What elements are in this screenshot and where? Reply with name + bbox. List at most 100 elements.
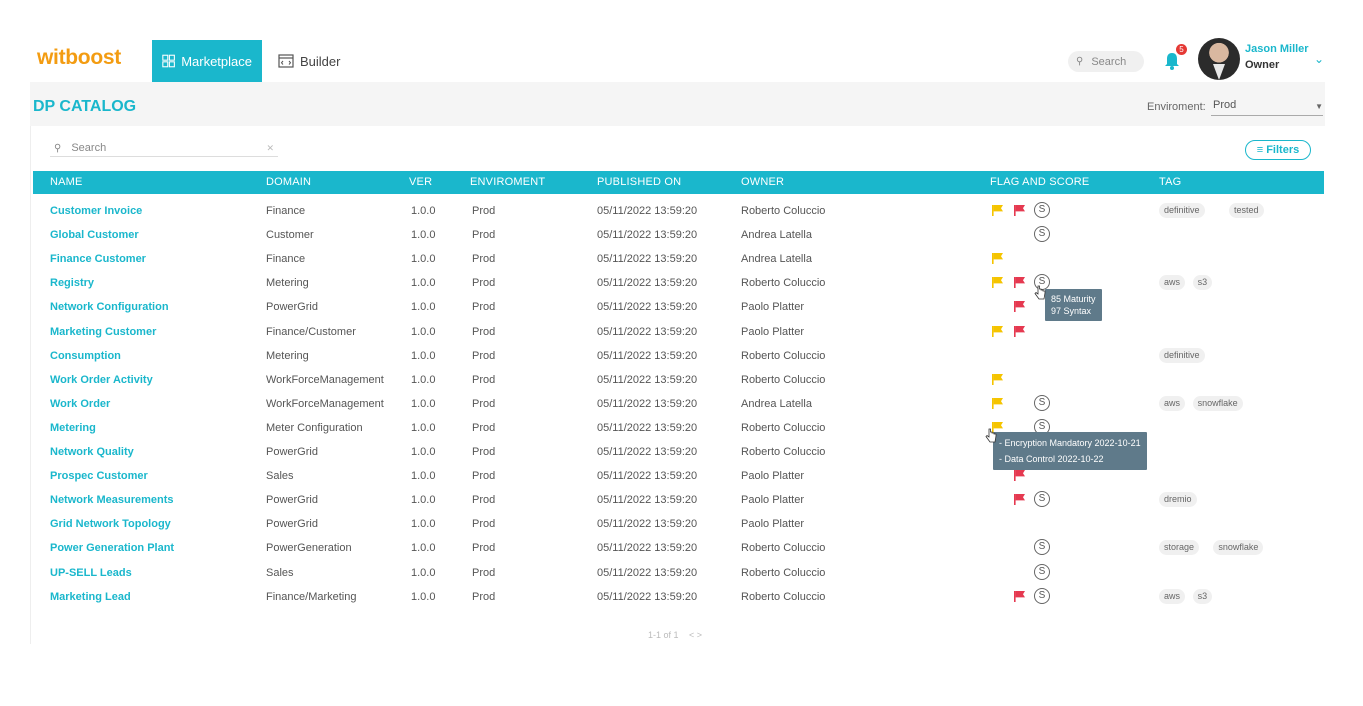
app-logo[interactable]: witboost: [37, 46, 121, 70]
nav-tab-builder[interactable]: Builder: [268, 40, 350, 82]
score-tooltip-line: 85 Maturity: [1051, 294, 1096, 304]
red-flag-icon[interactable]: [1013, 590, 1026, 603]
score-icon[interactable]: S: [1034, 226, 1050, 243]
tag-chip[interactable]: definitive: [1159, 347, 1205, 363]
tag-chip[interactable]: s3: [1192, 588, 1213, 604]
table-row[interactable]: Global Customer Customer 1.0.0 Prod 05/11/20…: [33, 224, 1324, 248]
row-name-link[interactable]: Network Configuration: [50, 301, 169, 313]
row-environment: Prod: [472, 253, 496, 266]
tag-chip[interactable]: s3: [1192, 275, 1213, 291]
column-header-published-on[interactable]: PUBLISHED ON: [597, 176, 681, 188]
tag-chip[interactable]: aws: [1159, 395, 1186, 411]
row-name-link[interactable]: Network Quality: [50, 446, 134, 458]
yellow-flag-icon[interactable]: [991, 373, 1004, 386]
pagination-arrows[interactable]: < >: [689, 630, 702, 640]
row-name-link[interactable]: Power Generation Plant: [50, 542, 174, 554]
table-row[interactable]: Work Order Activity WorkForceManagement 1.…: [33, 369, 1324, 393]
row-owner: Roberto Coluccio: [741, 446, 826, 458]
tag-chip[interactable]: aws: [1159, 588, 1186, 604]
yellow-flag-icon[interactable]: [991, 397, 1004, 410]
row-version: 1.0.0: [411, 446, 436, 458]
row-name-link[interactable]: Registry: [50, 277, 94, 289]
global-search-input[interactable]: ⚲ Search: [1068, 51, 1144, 72]
row-name-link[interactable]: Consumption: [50, 350, 121, 362]
tag-chip[interactable]: dremio: [1159, 492, 1197, 508]
avatar[interactable]: [1198, 38, 1240, 80]
global-search-placeholder: Search: [1091, 55, 1127, 68]
yellow-flag-icon[interactable]: [991, 276, 1004, 289]
table-row[interactable]: Network Measurements PowerGrid 1.0.0 Prod 05…: [33, 489, 1324, 513]
row-name-link[interactable]: Finance Customer: [50, 253, 146, 265]
red-flag-icon[interactable]: [1013, 469, 1026, 482]
score-icon[interactable]: S: [1034, 394, 1050, 411]
table-row[interactable]: Grid Network Topology PowerGrid 1.0.0 Prod 0…: [33, 513, 1324, 537]
row-name-link[interactable]: Grid Network Topology: [50, 518, 171, 530]
red-flag-icon[interactable]: [1013, 493, 1026, 506]
tag-chip[interactable]: snowflake: [1213, 540, 1264, 556]
column-header-name[interactable]: NAME: [50, 176, 83, 188]
table-row[interactable]: Customer Invoice Finance 1.0.0 Prod 05/11/20…: [33, 200, 1324, 224]
row-name-link[interactable]: Prospec Customer: [50, 470, 148, 482]
table-row[interactable]: Marketing Lead Finance/Marketing 1.0.0 Prod…: [33, 586, 1324, 610]
table-row[interactable]: Consumption Metering 1.0.0 Prod 05/11/2022 1…: [33, 345, 1324, 369]
score-icon[interactable]: S: [1034, 491, 1050, 508]
row-version: 1.0.0: [411, 494, 436, 507]
clear-icon[interactable]: ✕: [266, 143, 274, 154]
filters-label: Filters: [1266, 144, 1300, 156]
column-header-version[interactable]: VER: [409, 176, 432, 188]
row-name-link[interactable]: Work Order: [50, 398, 110, 410]
column-header-tag[interactable]: TAG: [1159, 176, 1181, 188]
score-icon[interactable]: S: [1034, 202, 1050, 218]
row-owner: Paolo Platter: [741, 301, 804, 314]
row-version: 1.0.0: [411, 542, 436, 555]
column-header-environment[interactable]: ENVIROMENT: [470, 176, 545, 188]
row-domain: PowerGrid: [266, 494, 318, 507]
column-header-flag-and-score[interactable]: FLAG AND SCORE: [990, 176, 1089, 188]
yellow-flag-icon[interactable]: [991, 204, 1004, 217]
row-environment: Prod: [472, 421, 496, 434]
row-name-link[interactable]: Work Order Activity: [50, 374, 153, 386]
red-flag-icon[interactable]: [1013, 204, 1026, 217]
row-name-link[interactable]: Marketing Lead: [50, 591, 131, 603]
row-name-link[interactable]: Metering: [50, 422, 96, 434]
column-header-domain[interactable]: DOMAIN: [266, 176, 311, 188]
red-flag-icon[interactable]: [1013, 300, 1026, 313]
table-row[interactable]: Registry Metering 1.0.0 Prod 05/11/2022 13:5…: [33, 272, 1324, 296]
column-header-owner[interactable]: OWNER: [741, 176, 784, 188]
row-name-link[interactable]: Marketing Customer: [50, 326, 156, 338]
tag-chip[interactable]: storage: [1159, 540, 1200, 556]
row-domain: Finance/Customer: [266, 325, 356, 338]
tag-chip[interactable]: tested: [1229, 203, 1264, 218]
tag-chip[interactable]: definitive: [1159, 203, 1205, 218]
table-row[interactable]: Finance Customer Finance 1.0.0 Prod 05/11/20…: [33, 248, 1324, 272]
nav-tab-marketplace[interactable]: Marketplace: [152, 40, 262, 82]
yellow-flag-icon[interactable]: [991, 325, 1004, 338]
row-domain: PowerGrid: [266, 446, 318, 458]
score-icon[interactable]: S: [1034, 563, 1050, 580]
score-icon[interactable]: S: [1034, 539, 1050, 556]
table-row[interactable]: Marketing Customer Finance/Customer 1.0.0 P…: [33, 321, 1324, 345]
chevron-down-icon[interactable]: ⌄: [1314, 52, 1324, 66]
table-row[interactable]: Power Generation Plant PowerGeneration 1.0…: [33, 537, 1324, 561]
row-environment: Prod: [472, 325, 496, 338]
red-flag-icon[interactable]: [1013, 325, 1026, 338]
tag-chip[interactable]: aws: [1159, 275, 1186, 291]
tag-chip[interactable]: snowflake: [1192, 395, 1243, 411]
row-name-link[interactable]: Customer Invoice: [50, 205, 142, 217]
row-version: 1.0.0: [411, 373, 436, 386]
row-name-link[interactable]: UP-SELL Leads: [50, 567, 132, 579]
table-row[interactable]: Work Order WorkForceManagement 1.0.0 Prod 05…: [33, 393, 1324, 417]
row-name-link[interactable]: Global Customer: [50, 229, 139, 241]
flag-tooltip-line: - Data Control 2022-10-22: [999, 454, 1104, 464]
filters-button[interactable]: ≡ Filters: [1245, 140, 1311, 160]
table-row[interactable]: Network Configuration PowerGrid 1.0.0 Prod 0…: [33, 296, 1324, 320]
catalog-search-input[interactable]: ⚲ Search ✕: [50, 140, 278, 157]
red-flag-icon[interactable]: [1013, 276, 1026, 289]
table-row[interactable]: UP-SELL Leads Sales 1.0.0 Prod 05/11/2022 13…: [33, 562, 1324, 586]
score-icon[interactable]: S: [1034, 587, 1050, 604]
row-published-on: 05/11/2022 13:59:20: [597, 205, 698, 217]
yellow-flag-icon[interactable]: [991, 252, 1004, 265]
environment-select[interactable]: Prod ▼: [1211, 99, 1323, 116]
user-name[interactable]: Jason Miller: [1245, 43, 1309, 55]
row-name-link[interactable]: Network Measurements: [50, 494, 174, 506]
